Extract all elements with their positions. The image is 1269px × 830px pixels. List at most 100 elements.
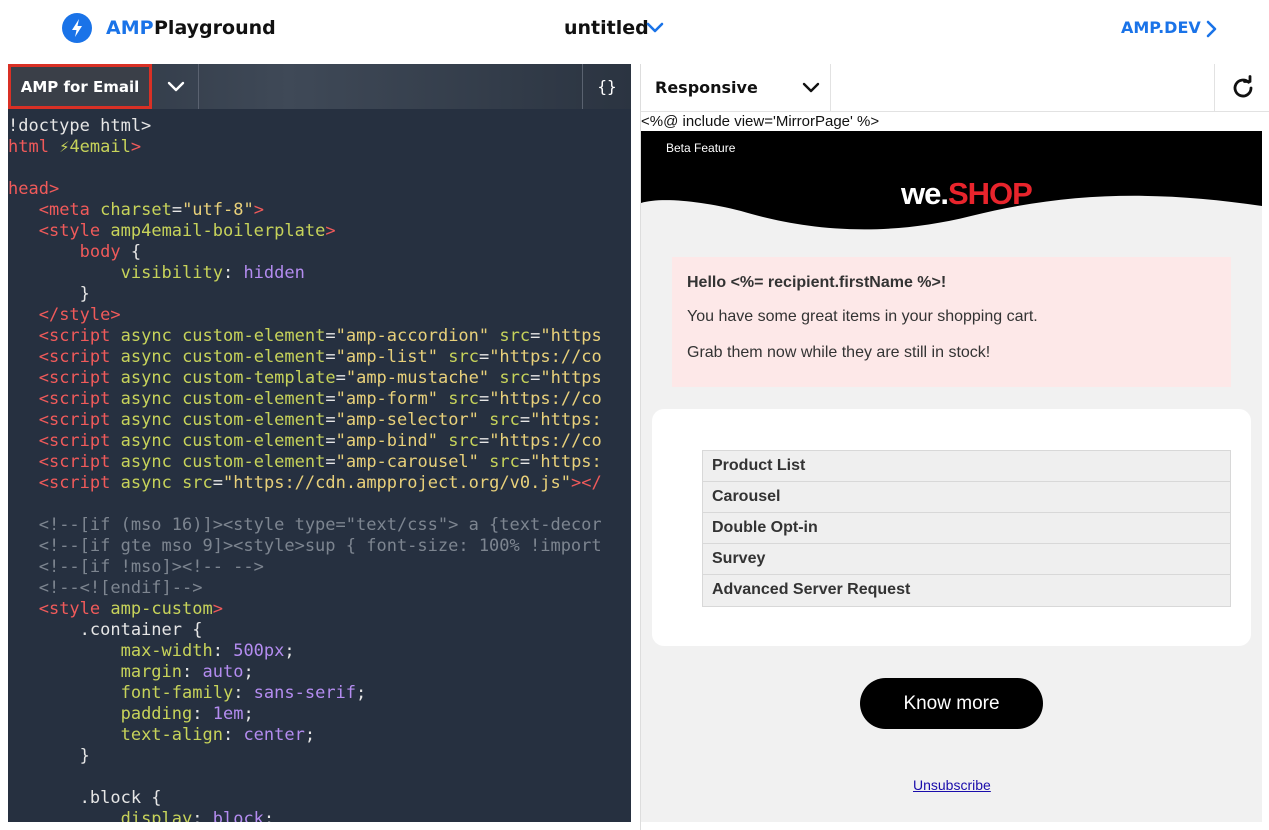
- code-token: =: [325, 389, 336, 409]
- code-token: async: [120, 368, 172, 388]
- code-line[interactable]: <style amp4email-boilerplate>: [8, 221, 631, 242]
- code-line[interactable]: <!--[if (mso 16)]><style type="text/css"…: [8, 515, 631, 536]
- code-line[interactable]: text-align: center;: [8, 725, 631, 746]
- code-line[interactable]: <meta charset="utf-8">: [8, 200, 631, 221]
- code-content[interactable]: !doctype html> html ⚡4email> head> <meta c…: [8, 116, 631, 822]
- code-token: }: [8, 746, 90, 766]
- viewport-select[interactable]: Responsive: [641, 64, 831, 112]
- code-line[interactable]: <script async custom-element="amp-select…: [8, 410, 631, 431]
- code-token: visibility: [120, 263, 223, 283]
- amp-logo-icon[interactable]: [62, 13, 92, 43]
- code-token: :: [222, 263, 244, 283]
- chevron-right-icon[interactable]: [1204, 19, 1218, 39]
- code-token: "amp-selector": [335, 410, 479, 430]
- code-line[interactable]: font-family: sans-serif;: [8, 683, 631, 704]
- code-line[interactable]: [8, 767, 631, 788]
- code-token: >: [130, 137, 142, 157]
- code-token: <!--[if gte mso 9]><style>sup { font-siz…: [38, 536, 602, 556]
- code-line[interactable]: <script async custom-element="amp-list" …: [8, 347, 631, 368]
- reload-button[interactable]: [1214, 64, 1269, 112]
- code-token: =: [478, 347, 490, 367]
- code-token: "https:: [530, 410, 602, 430]
- mirror-page-include: <%@ include view='MirrorPage' %>: [641, 113, 880, 130]
- know-more-button[interactable]: Know more: [860, 678, 1043, 729]
- unsubscribe-link[interactable]: Unsubscribe: [913, 777, 991, 793]
- code-token: src: [448, 431, 479, 451]
- brand-amp[interactable]: AMP: [106, 17, 154, 39]
- code-line[interactable]: <script async custom-template="amp-musta…: [8, 368, 631, 389]
- code-line[interactable]: html ⚡4email>: [8, 137, 631, 158]
- code-token: async: [120, 347, 172, 367]
- demo-menu-item[interactable]: Advanced Server Request: [703, 575, 1230, 606]
- code-token: block: [212, 809, 264, 822]
- email-header-banner: Beta Feature we.SHOP: [641, 131, 1262, 231]
- code-line[interactable]: }: [8, 746, 631, 767]
- code-line[interactable]: <style amp-custom>: [8, 599, 631, 620]
- code-line[interactable]: body {: [8, 242, 631, 263]
- logo-we: we.: [901, 176, 949, 211]
- code-line[interactable]: }: [8, 284, 631, 305]
- format-select-button[interactable]: AMP for Email: [8, 64, 152, 109]
- brand-playground[interactable]: Playground: [154, 17, 276, 39]
- lightning-bolt-icon: [72, 19, 82, 37]
- demo-menu-item[interactable]: Survey: [703, 544, 1230, 575]
- code-token: custom-element: [182, 410, 326, 430]
- code-line[interactable]: </style>: [8, 305, 631, 326]
- code-token: !doctype html>: [8, 116, 152, 136]
- chevron-down-icon[interactable]: [645, 20, 665, 36]
- code-line[interactable]: <script async custom-element="amp-form" …: [8, 389, 631, 410]
- format-dropdown-toggle[interactable]: [154, 64, 199, 109]
- code-line[interactable]: <script async custom-element="amp-accord…: [8, 326, 631, 347]
- code-line[interactable]: padding: 1em;: [8, 704, 631, 725]
- code-token: :: [192, 704, 213, 724]
- code-line[interactable]: [8, 158, 631, 179]
- code-token: src: [489, 410, 520, 430]
- code-token: head>: [8, 179, 60, 199]
- code-editor[interactable]: AMP for Email {} !doctype html> html ⚡4em…: [8, 64, 631, 822]
- code-token: =: [212, 473, 224, 493]
- code-token: src: [499, 326, 531, 346]
- amp-dev-link[interactable]: AMP.DEV: [1121, 18, 1201, 37]
- code-line[interactable]: head>: [8, 179, 631, 200]
- code-line[interactable]: visibility: hidden: [8, 263, 631, 284]
- code-line[interactable]: <script async custom-element="amp-carous…: [8, 452, 631, 473]
- code-line[interactable]: margin: auto;: [8, 662, 631, 683]
- code-token: =: [325, 347, 336, 367]
- document-title[interactable]: untitled: [564, 17, 649, 39]
- code-line[interactable]: <!--[if !mso]><!-- -->: [8, 557, 631, 578]
- demo-menu-item[interactable]: Product List: [703, 451, 1230, 482]
- code-token: src: [489, 452, 520, 472]
- code-line[interactable]: [8, 494, 631, 515]
- code-line[interactable]: <!--[if gte mso 9]><style>sup { font-siz…: [8, 536, 631, 557]
- code-token: =: [325, 326, 336, 346]
- code-line[interactable]: display: block;: [8, 809, 631, 822]
- format-code-button[interactable]: {}: [582, 64, 631, 109]
- code-line[interactable]: <script async src="https://cdn.ampprojec…: [8, 473, 631, 494]
- code-line[interactable]: max-width: 500px;: [8, 641, 631, 662]
- code-line[interactable]: .block {: [8, 788, 631, 809]
- demo-menu-item[interactable]: Carousel: [703, 482, 1230, 513]
- code-token: <script: [38, 389, 111, 409]
- code-line[interactable]: <script async custom-element="amp-bind" …: [8, 431, 631, 452]
- code-line[interactable]: <!--<![endif]-->: [8, 578, 631, 599]
- demo-menu-item[interactable]: Double Opt-in: [703, 513, 1230, 544]
- code-token: async: [120, 431, 172, 451]
- code-token: ;: [356, 683, 367, 703]
- code-line[interactable]: .container {: [8, 620, 631, 641]
- code-token: amp4email-boilerplate: [110, 221, 326, 241]
- code-token: "amp-mustache": [345, 368, 490, 388]
- code-line[interactable]: !doctype html>: [8, 116, 631, 137]
- code-token: "https://cdn.ampproject.org/v0.js": [223, 473, 572, 493]
- code-token: custom-element: [182, 431, 326, 451]
